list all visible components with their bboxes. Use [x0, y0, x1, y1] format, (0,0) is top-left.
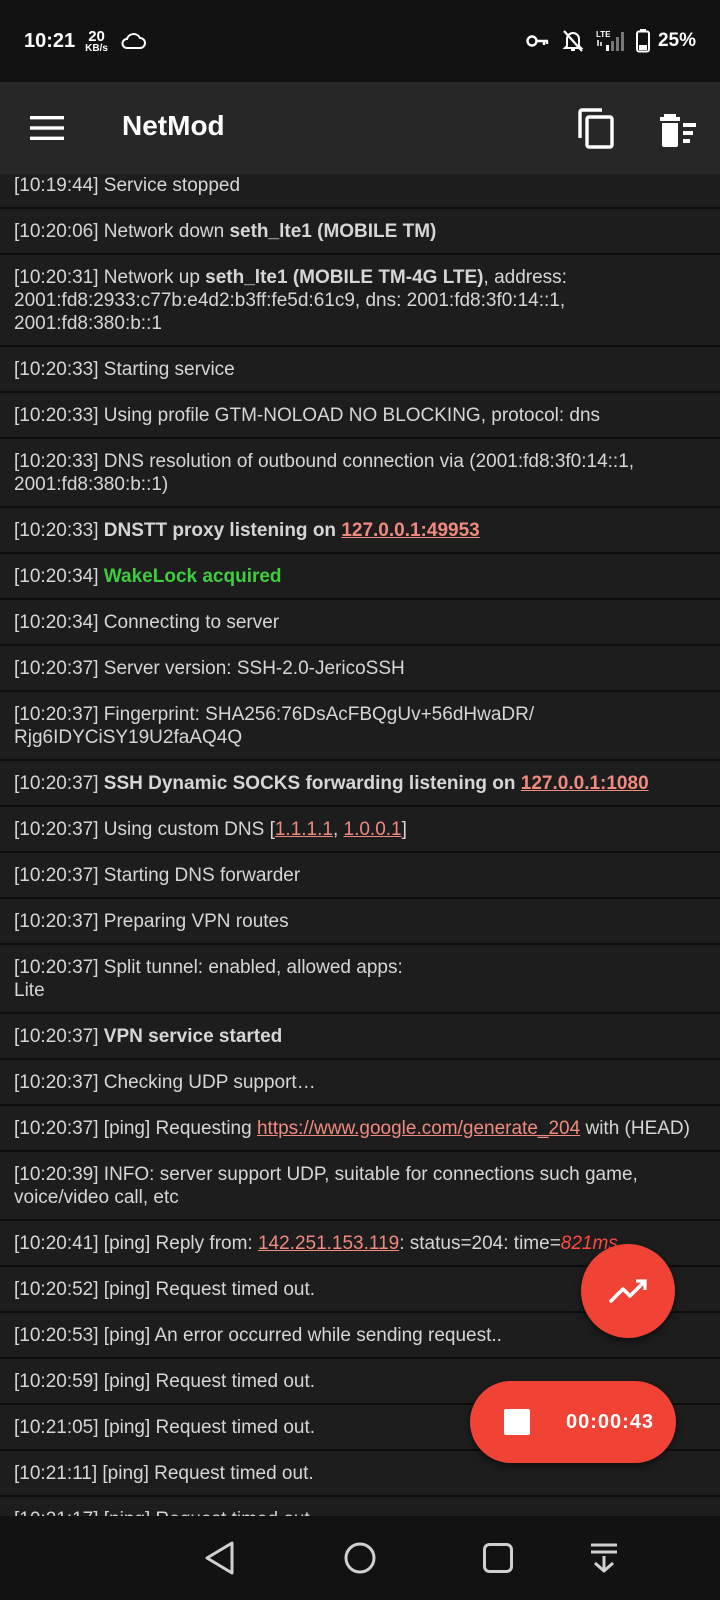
log-entry: [10:20:33] DNSTT proxy listening on 127.… [0, 508, 720, 554]
menu-icon[interactable] [30, 114, 64, 142]
log-entry: [10:20:37] Checking UDP support… [0, 1060, 720, 1106]
log-text: [10:20:41] [ping] Reply from: [14, 1233, 258, 1254]
back-icon [205, 1541, 234, 1575]
log-entry: [10:20:37] SSH Dynamic SOCKS forwarding … [0, 761, 720, 807]
log-entry: [10:20:37] Starting DNS forwarder [0, 853, 720, 899]
recents-button[interactable] [476, 1536, 520, 1580]
log-link[interactable]: 142.251.153.119 [258, 1233, 399, 1254]
log-text: : status=204: time= [399, 1233, 561, 1254]
log-link[interactable]: 127.0.0.1:1080 [521, 773, 649, 794]
navigation-bar [0, 1516, 720, 1600]
cloud-icon [121, 33, 146, 49]
home-icon [344, 1542, 376, 1574]
lte-signal-icon: LTE [596, 30, 624, 51]
trending-up-icon [609, 1279, 647, 1303]
log-text: DNSTT proxy listening on [103, 520, 342, 541]
log-entry: [10:19:44] Service stopped [0, 174, 720, 209]
log-text: [10:20:37] Split tunnel: enabled, allowe… [14, 957, 403, 978]
log-text: [10:20:37] [ping] Requesting [14, 1118, 257, 1139]
key-icon [526, 35, 549, 47]
log-text: [10:20:37] Checking UDP support… [14, 1072, 316, 1093]
log-entry: [10:20:37] Server version: SSH-2.0-Jeric… [0, 646, 720, 692]
home-button[interactable] [338, 1536, 382, 1580]
stats-fab[interactable] [581, 1244, 675, 1338]
log-text: [10:20:33] Starting service [14, 359, 235, 380]
log-entry: [10:20:37] VPN service started [0, 1014, 720, 1060]
log-entry: [10:20:33] Starting service [0, 347, 720, 393]
svg-text:LTE: LTE [596, 30, 611, 39]
log-text: [10:20:37] Preparing VPN routes [14, 911, 289, 932]
log-entry: [10:20:37] [ping] Requesting https://www… [0, 1106, 720, 1152]
network-speed: 20 KB/s [85, 29, 108, 54]
log-text: Lite [14, 980, 45, 1001]
log-text: [10:20:33] Using profile GTM-NOLOAD NO B… [14, 405, 601, 426]
log-entry: [10:20:37] Split tunnel: enabled, allowe… [0, 945, 720, 1014]
log-text: [10:20:06] Network down [14, 221, 230, 242]
log-text: [10:20:33] [14, 520, 104, 541]
log-text: [10:20:37] Using custom DNS [ [14, 819, 275, 840]
log-entry: [10:20:37] Fingerprint: SHA256:76DsAcFBQ… [0, 692, 720, 761]
log-text: [10:20:37] Starting DNS forwarder [14, 865, 301, 886]
log-text: [10:21:11] [ping] Request timed out. [14, 1463, 314, 1484]
log-link[interactable]: 1.0.0.1 [344, 819, 402, 840]
log-text: [10:20:53] [ping] An error occurred whil… [14, 1325, 502, 1346]
clear-log-icon[interactable] [660, 112, 700, 148]
log-text: [10:21:17] [ping] Request timed out. [14, 1509, 315, 1516]
stop-service-button[interactable]: 00:00:43 [470, 1381, 676, 1463]
status-time: 10:21 [24, 29, 76, 52]
log-link[interactable]: 1.1.1.1 [275, 819, 333, 840]
back-button[interactable] [198, 1536, 242, 1580]
log-text: [10:20:39] INFO: server support UDP, sui… [14, 1164, 638, 1208]
log-text: , [332, 819, 344, 840]
battery-icon [635, 29, 650, 53]
bell-off-icon [562, 30, 584, 52]
status-icons: LTE 25% [526, 29, 696, 53]
log-text: seth_lte1 (MOBILE TM) [229, 221, 437, 242]
log-entry: [10:20:34] Connecting to server [0, 600, 720, 646]
network-speed-unit: KB/s [85, 42, 108, 54]
stop-icon [504, 1409, 530, 1435]
log-text: WakeLock acquired [103, 566, 282, 587]
log-text: ] [401, 819, 407, 840]
log-text: seth_lte1 (MOBILE TM-4G LTE) [205, 267, 484, 288]
log-text: SSH Dynamic SOCKS forwarding listening o… [103, 773, 521, 794]
connection-timer: 00:00:43 [566, 1410, 655, 1433]
log-entry: [10:21:17] [ping] Request timed out. [0, 1497, 720, 1516]
log-text: [10:20:37] Server version: SSH-2.0-Jeric… [14, 658, 405, 679]
app-title: NetMod [122, 110, 225, 141]
copy-icon[interactable] [576, 108, 616, 150]
log-text: [10:20:37] [14, 1026, 104, 1047]
log-link[interactable]: 127.0.0.1:49953 [341, 520, 479, 541]
log-entry: [10:20:33] DNS resolution of outbound co… [0, 439, 720, 508]
log-entry: [10:20:06] Network down seth_lte1 (MOBIL… [0, 209, 720, 255]
log-text: [10:20:34] [14, 566, 104, 587]
log-entry: [10:20:37] Preparing VPN routes [0, 899, 720, 945]
log-text: VPN service started [103, 1026, 283, 1047]
scroll-down-button[interactable] [582, 1536, 626, 1580]
log-text: [10:21:05] [ping] Request timed out. [14, 1417, 316, 1438]
log-text: with (HEAD) [580, 1118, 690, 1139]
log-text: [10:20:59] [ping] Request timed out. [14, 1371, 316, 1392]
recents-icon [483, 1543, 513, 1573]
log-text: [10:20:31] Network up [14, 267, 206, 288]
log-entry: [10:20:33] Using profile GTM-NOLOAD NO B… [0, 393, 720, 439]
log-text: [10:20:33] DNS resolution of outbound co… [14, 451, 635, 495]
log-text: [10:20:37] Fingerprint: SHA256:76DsAcFBQ… [14, 704, 535, 748]
app-bar: NetMod [0, 82, 720, 174]
log-text: [10:20:34] Connecting to server [14, 612, 280, 633]
log-entry: [10:20:34] WakeLock acquired [0, 554, 720, 600]
status-bar: 10:21 20 KB/s LTE 25% [0, 0, 720, 82]
scroll-down-icon [591, 1543, 617, 1573]
log-text: [10:20:52] [ping] Request timed out. [14, 1279, 316, 1300]
log-text: [10:19:44] Service stopped [14, 175, 241, 196]
log-entry: [10:20:31] Network up seth_lte1 (MOBILE … [0, 255, 720, 347]
log-text: [10:20:37] [14, 773, 104, 794]
network-speed-value: 20 [88, 27, 105, 45]
log-link[interactable]: https://www.google.com/generate_204 [257, 1118, 580, 1139]
log-entry: [10:20:37] Using custom DNS [1.1.1.1, 1.… [0, 807, 720, 853]
log-entry: [10:20:39] INFO: server support UDP, sui… [0, 1152, 720, 1221]
battery-percent: 25% [657, 30, 696, 51]
